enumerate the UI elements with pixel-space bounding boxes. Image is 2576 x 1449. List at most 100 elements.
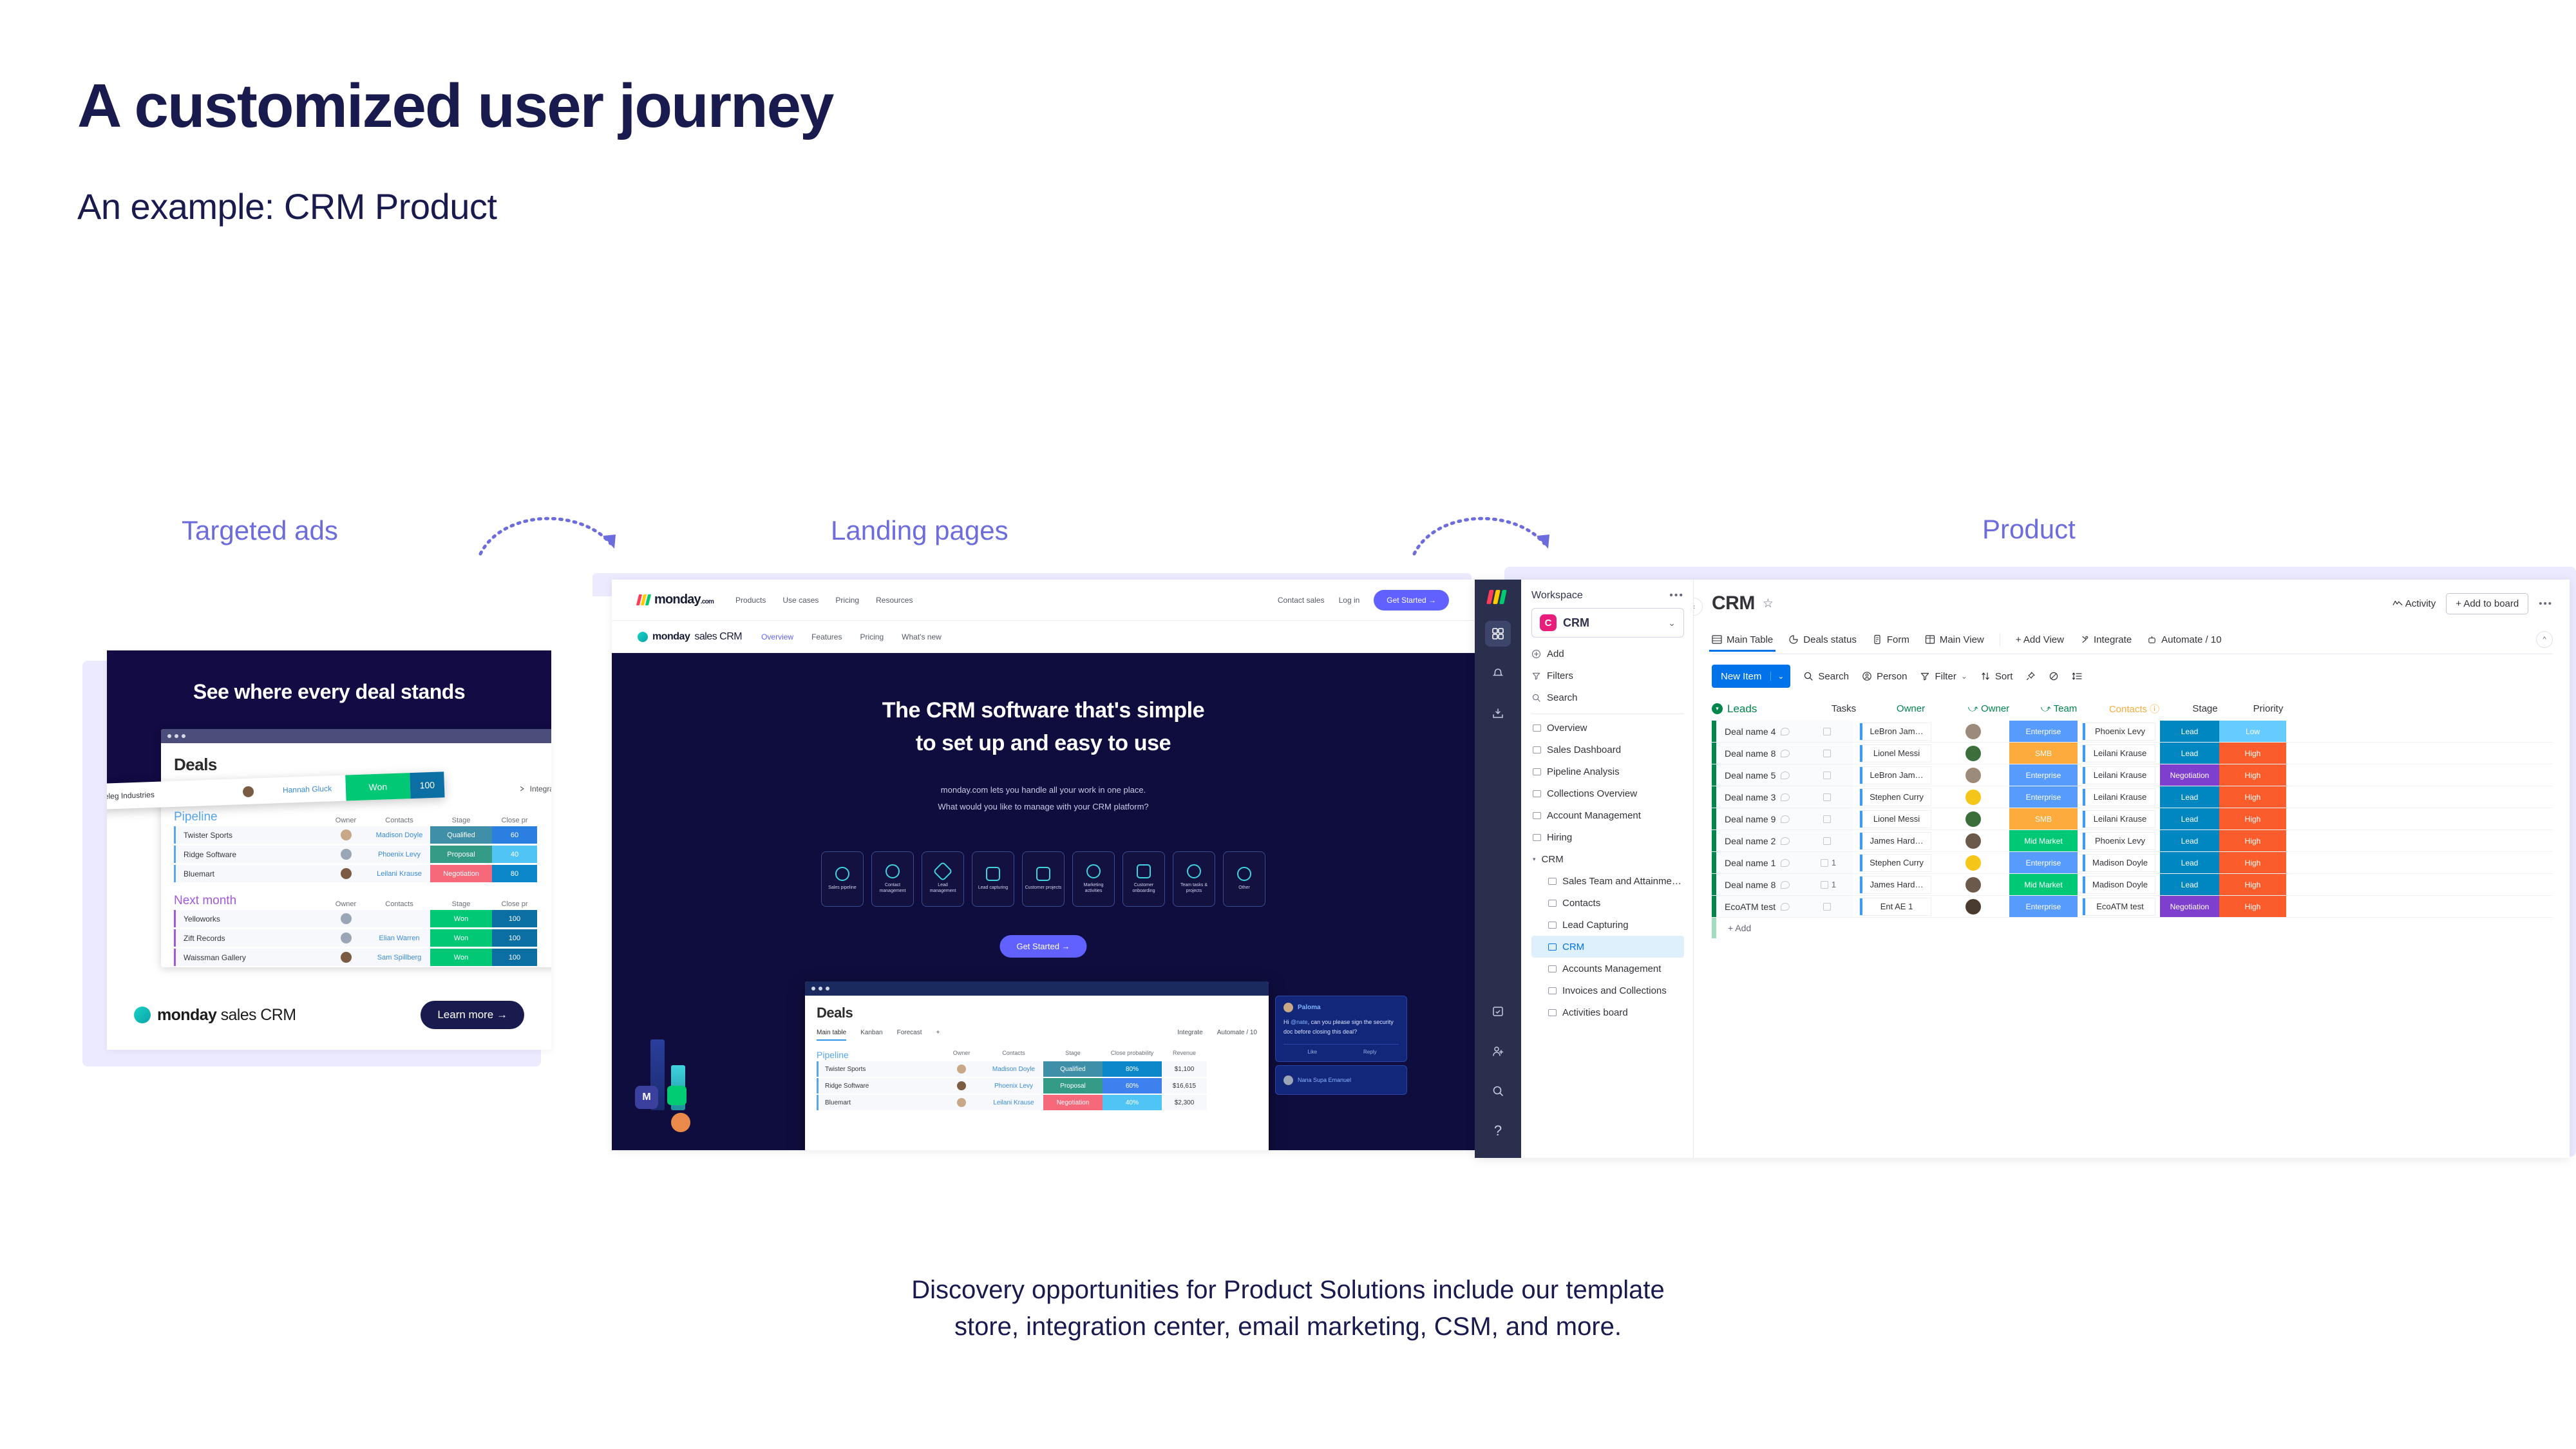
sidebar-item-account-management[interactable]: Account Management	[1531, 804, 1684, 826]
team-badge[interactable]: Mid Market	[2009, 874, 2078, 895]
stage-badge[interactable]: Lead	[2160, 721, 2219, 742]
board-more-icon[interactable]: •••	[2539, 598, 2553, 609]
owner-cell[interactable]: Lionel Messi	[1853, 743, 1937, 764]
sidebar-item-activities-board[interactable]: Activities board	[1531, 1001, 1684, 1023]
sidebar-item-pipeline-analysis[interactable]: Pipeline Analysis	[1531, 761, 1684, 782]
tab-add[interactable]: +	[936, 1029, 940, 1041]
product-nav-pricing[interactable]: Pricing	[860, 632, 884, 641]
contacts-cell[interactable]: Madison Doyle	[2078, 852, 2160, 873]
owner-cell[interactable]: Stephen Curry	[1853, 786, 1937, 808]
help-icon[interactable]: ?	[1485, 1118, 1511, 1144]
priority-badge[interactable]: High	[2219, 874, 2286, 895]
nav-link-use-cases[interactable]: Use cases	[782, 596, 819, 605]
sort-button[interactable]: Sort	[1980, 671, 2012, 682]
updates-bubble-icon[interactable]	[1781, 815, 1790, 823]
table-row[interactable]: Deal name 9 Lionel Messi SMB Leilani Kra…	[1712, 808, 2553, 830]
stage-badge[interactable]: Negotiation	[2160, 896, 2219, 917]
table-row[interactable]: Twister Sports Madison Doyle Qualified 8…	[817, 1061, 1257, 1077]
filter-button[interactable]: Filter ⌄	[1920, 671, 1967, 682]
contacts-cell[interactable]: Leilani Krause	[2078, 743, 2160, 764]
sidebar-item-overview[interactable]: Overview	[1531, 717, 1684, 739]
updates-bubble-icon[interactable]	[1781, 880, 1790, 889]
new-item-button[interactable]: New Item ⌄	[1712, 665, 1791, 688]
activity-button[interactable]: Activity	[2392, 598, 2436, 609]
bell-icon[interactable]	[1485, 661, 1511, 687]
use-case-card[interactable]: Customer projects	[1022, 851, 1065, 907]
person-filter-button[interactable]: Person	[1862, 671, 1907, 682]
use-case-card[interactable]: Lead capturing	[972, 851, 1014, 907]
automate-button[interactable]: Automate / 10	[1217, 1029, 1257, 1041]
collapse-toolbar-button[interactable]: ^	[2536, 631, 2553, 648]
add-row-button[interactable]: + Add	[1712, 918, 2553, 938]
use-case-card[interactable]: Sales pipeline	[821, 851, 864, 907]
priority-badge[interactable]: High	[2219, 743, 2286, 764]
log-in-link[interactable]: Log in	[1339, 596, 1360, 605]
team-badge[interactable]: Enterprise	[2009, 764, 2078, 786]
contacts-cell[interactable]: Phoenix Levy	[2078, 721, 2160, 742]
stage-badge[interactable]: Lead	[2160, 743, 2219, 764]
workspace-selector[interactable]: C CRM ⌄	[1531, 608, 1684, 638]
table-row[interactable]: Bluemart Leilani Krause Negotiation 40% …	[817, 1095, 1257, 1110]
table-row[interactable]: Waissman Gallery Sam Spillberg Won 100	[174, 949, 551, 966]
use-case-card[interactable]: Customer onboarding	[1122, 851, 1165, 907]
collapse-sidebar-button[interactable]: ‹	[1694, 598, 1703, 616]
owner-cell[interactable]: Lionel Messi	[1853, 808, 1937, 829]
tab-main-table[interactable]: Main Table	[1709, 634, 1776, 652]
contacts-cell[interactable]: Leilani Krause	[2078, 764, 2160, 786]
sidebar-item-lead-capturing[interactable]: Lead Capturing	[1531, 914, 1684, 936]
table-row[interactable]: Ridge Software Phoenix Levy Proposal 40	[174, 846, 551, 863]
table-row[interactable]: EcoATM test Ent AE 1 Enterprise EcoATM t…	[1712, 896, 2553, 918]
search-icon[interactable]	[1485, 1078, 1511, 1104]
eye-off-icon[interactable]	[2049, 671, 2059, 681]
sidebar-item-sales-team[interactable]: Sales Team and Attainme…	[1531, 870, 1684, 892]
owner-avatar-cell[interactable]	[1937, 874, 2009, 895]
invite-person-icon[interactable]	[1485, 1038, 1511, 1064]
chevron-down-icon[interactable]: ⌄	[1961, 672, 1967, 681]
col-tasks[interactable]: Tasks	[1819, 703, 1869, 714]
nav-link-products[interactable]: Products	[735, 596, 766, 605]
stage-badge[interactable]: Negotiation	[2160, 764, 2219, 786]
updates-bubble-icon[interactable]	[1781, 793, 1790, 801]
integrate-button[interactable]: Integrate	[518, 784, 551, 798]
use-case-card[interactable]: Marketing activities	[1072, 851, 1115, 907]
product-nav-features[interactable]: Features	[811, 632, 842, 641]
table-row[interactable]: Twister Sports Madison Doyle Qualified 6…	[174, 826, 551, 844]
tab-form[interactable]: Form	[1872, 634, 1909, 645]
owner-avatar-cell[interactable]	[1937, 852, 2009, 873]
updates-bubble-icon[interactable]	[1781, 771, 1790, 779]
contact-sales-link[interactable]: Contact sales	[1278, 596, 1325, 605]
tasks-cell[interactable]	[1803, 786, 1853, 808]
table-row[interactable]: Deal name 3 Stephen Curry Enterprise Lei…	[1712, 786, 2553, 808]
col-priority[interactable]: Priority	[2235, 703, 2302, 714]
monday-logo-icon[interactable]	[1486, 590, 1510, 607]
stage-badge[interactable]: Lead	[2160, 830, 2219, 851]
priority-badge[interactable]: High	[2219, 896, 2286, 917]
owner-avatar-cell[interactable]	[1937, 743, 2009, 764]
team-badge[interactable]: Enterprise	[2009, 896, 2078, 917]
table-row[interactable]: Ridge Software Phoenix Levy Proposal 60%…	[817, 1078, 1257, 1094]
team-badge[interactable]: Enterprise	[2009, 721, 2078, 742]
team-badge[interactable]: Mid Market	[2009, 830, 2078, 851]
sidebar-item-sales-dashboard[interactable]: Sales Dashboard	[1531, 739, 1684, 761]
owner-avatar-cell[interactable]	[1937, 786, 2009, 808]
stage-badge[interactable]: Lead	[2160, 786, 2219, 808]
contacts-cell[interactable]: EcoATM test	[2078, 896, 2160, 917]
add-to-board-button[interactable]: + Add to board	[2446, 592, 2529, 614]
col-owner-text[interactable]: Owner	[1869, 703, 1953, 714]
chevron-down-icon[interactable]: ⌄	[1770, 672, 1790, 681]
table-row[interactable]: Deal name 4 LeBron Jam… Enterprise Phoen…	[1712, 721, 2553, 743]
sidebar-action-add[interactable]: Add	[1531, 649, 1684, 659]
owner-avatar-cell[interactable]	[1937, 808, 2009, 829]
updates-bubble-icon[interactable]	[1781, 837, 1790, 845]
col-team[interactable]: ⤻ Team	[2025, 703, 2093, 714]
tasks-cell[interactable]: 1	[1803, 874, 1853, 895]
stage-badge[interactable]: Lead	[2160, 874, 2219, 895]
team-badge[interactable]: Enterprise	[2009, 852, 2078, 873]
tasks-cell[interactable]	[1803, 808, 1853, 829]
learn-more-button[interactable]: Learn more →	[421, 1001, 524, 1029]
add-view-button[interactable]: + Add View	[2016, 634, 2064, 645]
tasks-cell[interactable]: 1	[1803, 852, 1853, 873]
owner-avatar-cell[interactable]	[1937, 896, 2009, 917]
owner-cell[interactable]: James Hard…	[1853, 874, 1937, 895]
pin-icon[interactable]	[2025, 671, 2036, 681]
